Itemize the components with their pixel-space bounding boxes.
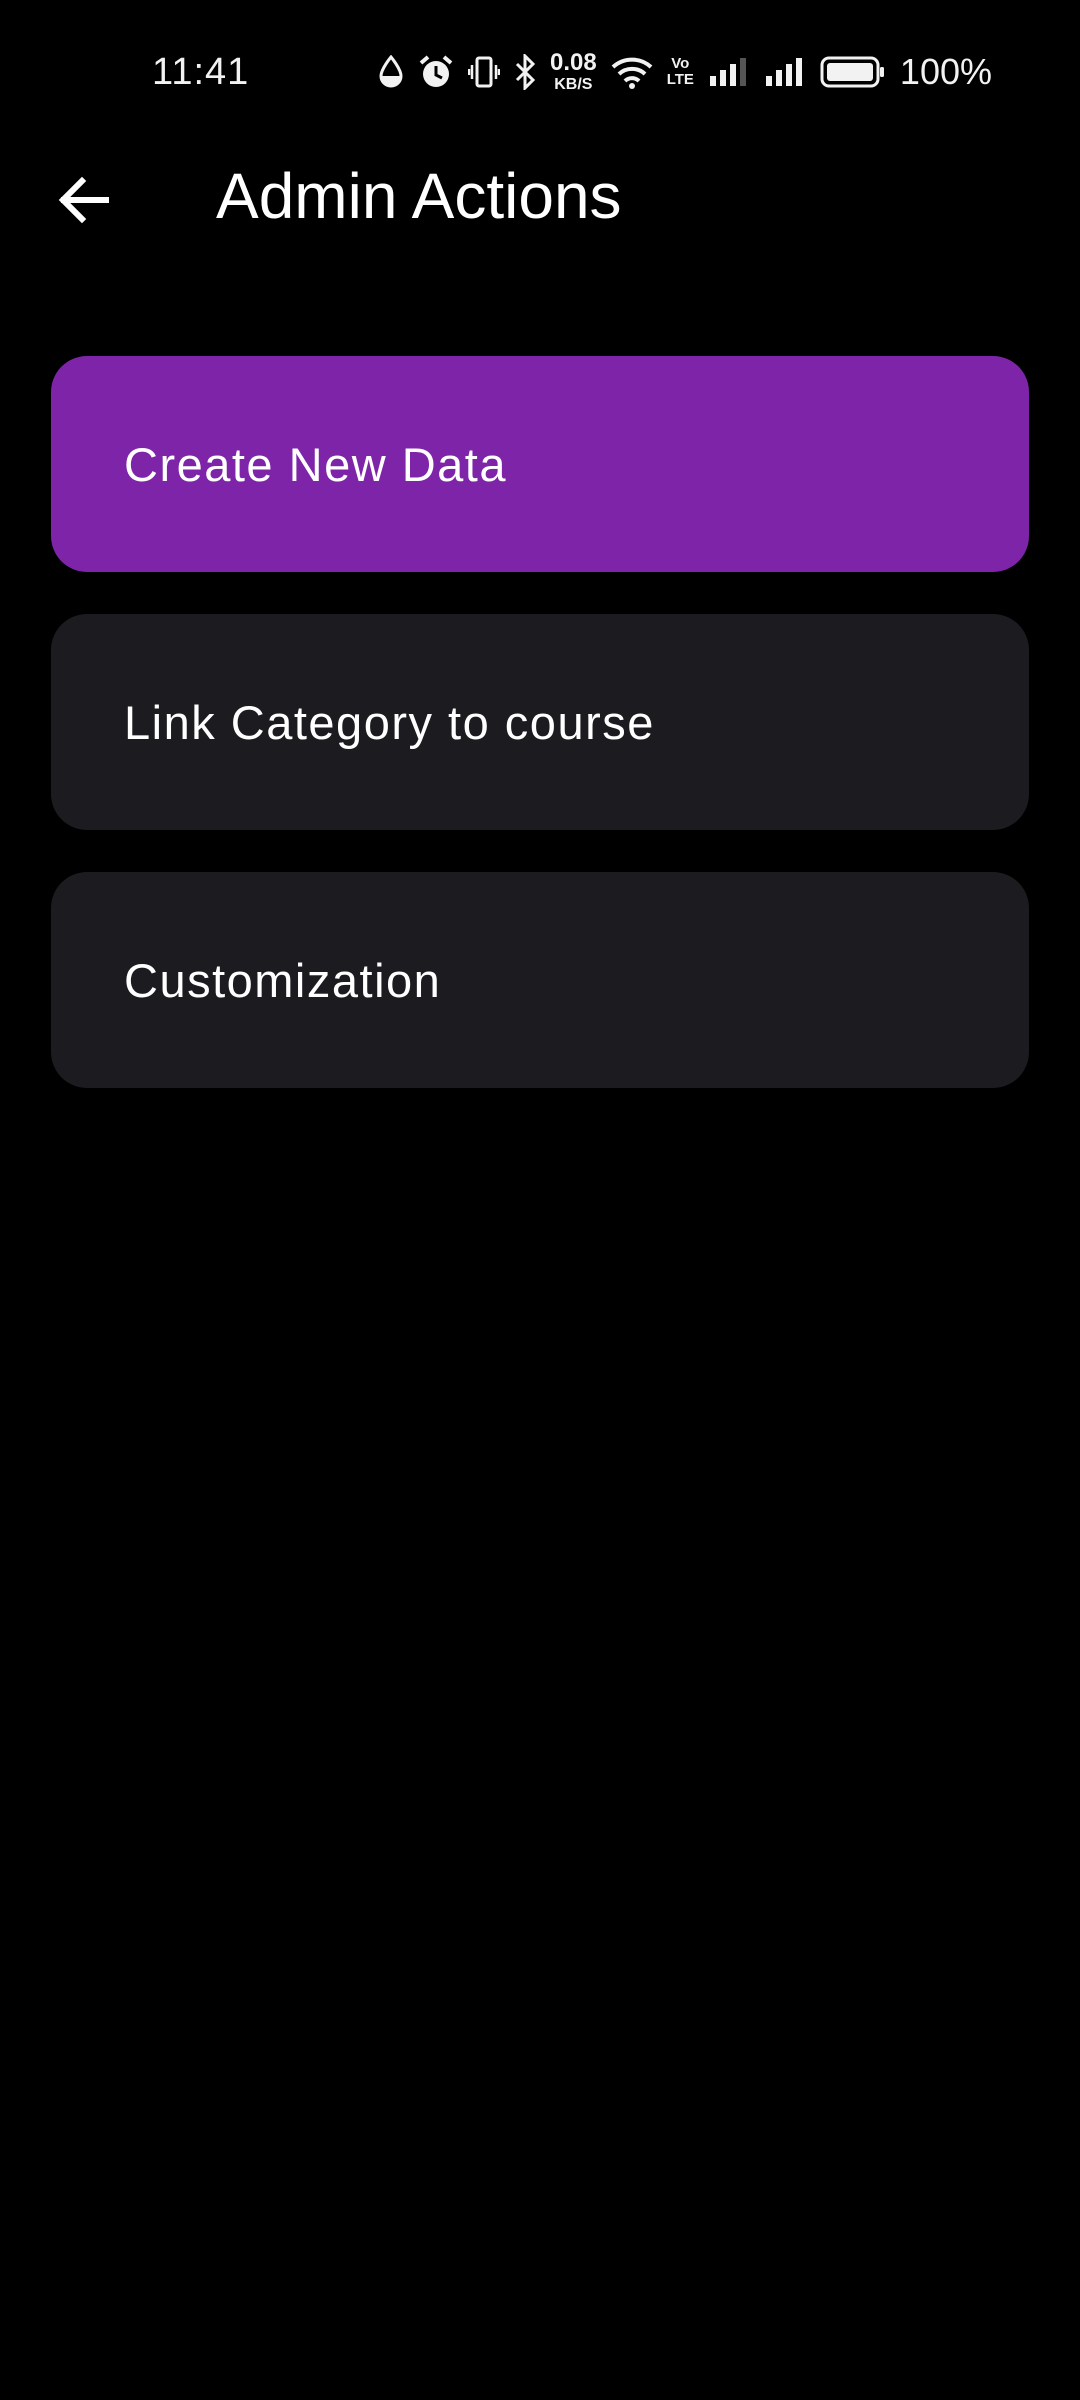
action-label: Customization [124, 953, 442, 1007]
status-icons: 0.08 KB/S Vo LTE 100% [378, 46, 992, 98]
admin-actions-list: Create New Data Link Category to course … [51, 356, 1029, 1130]
signal-icon [708, 56, 750, 88]
customization-button[interactable]: Customization [51, 872, 1029, 1088]
back-button[interactable] [36, 154, 132, 250]
action-label: Link Category to course [124, 695, 655, 749]
page-title: Admin Actions [216, 160, 622, 232]
create-new-data-button[interactable]: Create New Data [51, 356, 1029, 572]
data-saver-icon [378, 55, 404, 89]
battery-percent: 100% [899, 51, 992, 92]
status-time: 11:41 [152, 51, 250, 93]
battery-icon [820, 55, 886, 89]
arrow-back-icon [56, 172, 112, 233]
vibrate-icon [467, 55, 500, 89]
alarm-icon [418, 54, 454, 90]
network-speed-value: 0.08 [549, 49, 597, 76]
app-bar: Admin Actions [0, 144, 1080, 244]
volte-bottom: LTE [666, 71, 694, 88]
action-label: Create New Data [124, 437, 507, 491]
network-speed: 0.08 KB/S [550, 51, 597, 93]
status-bar: 11:41 0.08 KB/S Vo LTE 100% [0, 0, 1080, 144]
volte-top: Vo [671, 55, 690, 73]
network-speed-unit: KB/S [554, 76, 593, 93]
link-category-to-course-button[interactable]: Link Category to course [51, 614, 1029, 830]
wifi-icon [611, 55, 653, 89]
bluetooth-icon [514, 54, 536, 90]
signal-icon [764, 56, 806, 88]
volte-indicator: Vo LTE [667, 56, 694, 88]
